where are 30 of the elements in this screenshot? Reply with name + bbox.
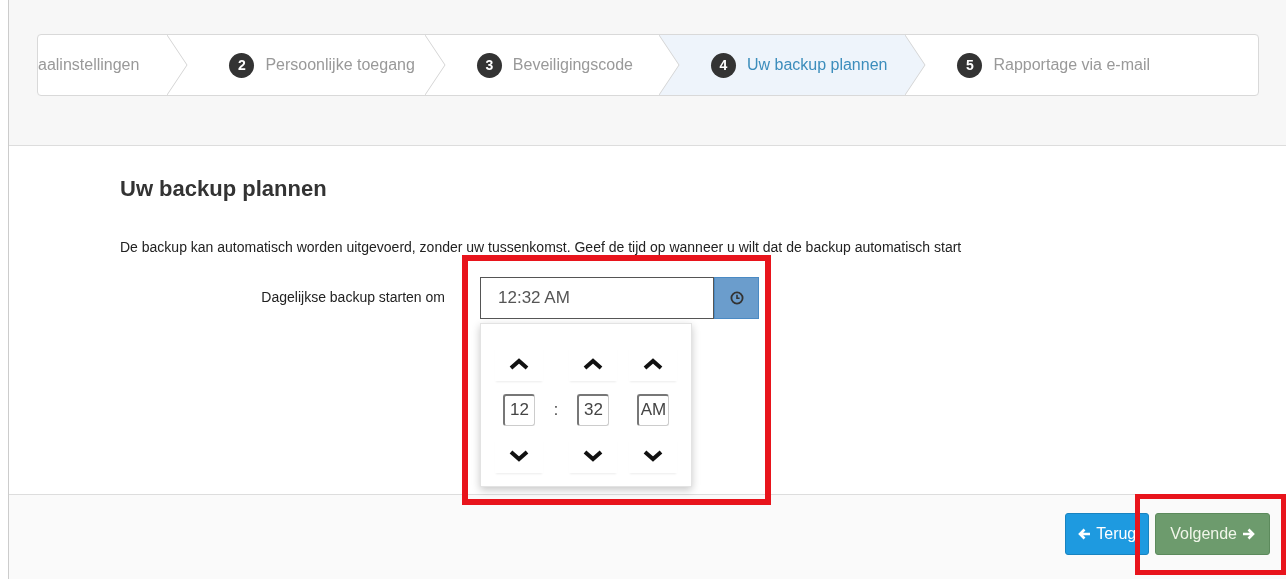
chevron-up-icon	[582, 356, 604, 371]
page-heading: Uw backup plannen	[120, 176, 328, 202]
period-field[interactable]: AM	[637, 394, 669, 426]
chevron-down-icon	[508, 449, 530, 464]
step-label: aalinstellingen	[38, 56, 140, 74]
chevron-down-icon	[642, 449, 664, 464]
clock-icon	[729, 291, 744, 305]
step-number: 4	[710, 52, 736, 78]
description-text: De backup kan automatisch worden uitgevoerd, zonder uw tussenkomst. Geef de tijd op wanneer u wilt dat de backup automatisch start	[120, 239, 963, 255]
chevron-up-icon	[508, 356, 530, 371]
wizard-step[interactable]: 2 Persoonlijke toegang	[189, 35, 425, 95]
step-label: Rapportage via e-mail	[993, 56, 1150, 74]
step-label: Persoonlijke toegang	[265, 56, 415, 74]
chevron-up-icon	[642, 356, 664, 371]
hour-field[interactable]: 12	[503, 394, 535, 426]
chevron-down-icon	[582, 449, 604, 464]
field-label: Dagelijkse backup starten om	[260, 289, 446, 305]
arrow-right-icon	[1242, 528, 1255, 540]
wizard-step[interactable]: 3 Beveiligingscode	[446, 35, 659, 95]
arrow-left-icon	[1078, 528, 1092, 540]
step-label: Uw backup plannen	[746, 56, 888, 74]
time-separator: :	[553, 401, 559, 419]
wizard-step[interactable]: 5 Rapportage via e-mail	[927, 35, 1160, 95]
step-number: 5	[957, 52, 983, 78]
step-number: 2	[229, 52, 255, 78]
time-input[interactable]: 12:32 AM	[480, 277, 714, 319]
clock-button[interactable]	[714, 277, 759, 319]
step-label: Beveiligingscode	[512, 56, 633, 74]
step-number: 3	[476, 52, 502, 78]
minute-field[interactable]: 32	[577, 394, 609, 426]
